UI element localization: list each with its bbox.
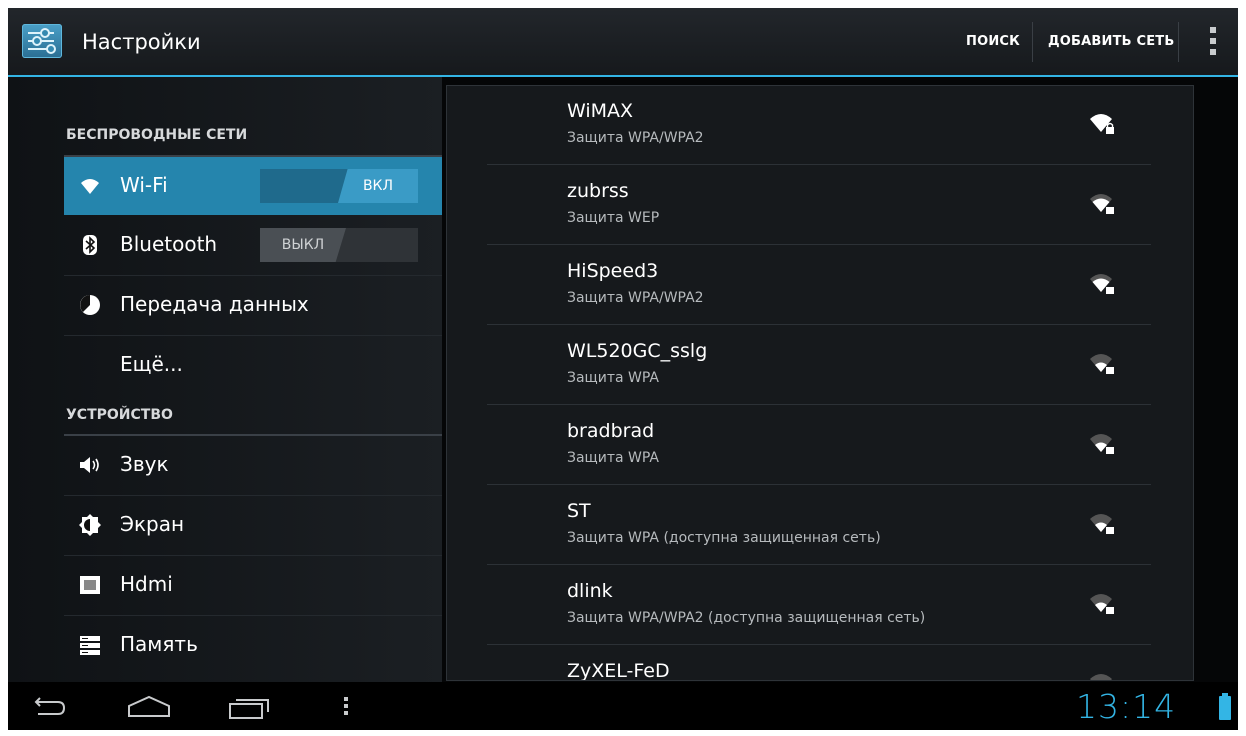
page-title: Настройки <box>82 30 201 54</box>
sidebar-item-label: Hdmi <box>120 572 173 596</box>
section-header-wireless: БЕСПРОВОДНЫЕ СЕТИ <box>66 127 248 143</box>
overflow-menu-icon[interactable] <box>1210 27 1218 57</box>
network-ssid: ZyXEL-FeD <box>567 660 670 681</box>
list-item[interactable]: WL520GC_sslg Защита WPA <box>487 326 1151 405</box>
sidebar-item-label: Экран <box>120 512 185 536</box>
wifi-icon <box>81 179 99 194</box>
network-ssid: WiMAX <box>567 100 634 122</box>
search-button[interactable]: ПОИСК <box>966 34 1020 49</box>
sidebar-item-data-usage[interactable]: Передача данных <box>64 276 442 334</box>
home-icon[interactable] <box>126 694 172 718</box>
divider <box>487 484 1151 485</box>
list-item[interactable]: ZyXEL-FeD <box>487 646 1151 681</box>
back-icon[interactable] <box>32 694 68 718</box>
bluetooth-toggle[interactable]: ВЫКЛ <box>260 228 418 262</box>
wifi-lock-signal-icon <box>1090 114 1114 134</box>
wifi-lock-signal-icon <box>1090 274 1114 294</box>
recent-apps-icon[interactable] <box>228 694 272 720</box>
divider <box>487 244 1151 245</box>
divider <box>487 324 1151 325</box>
network-security: Защита WPA/WPA2 <box>567 130 704 146</box>
sidebar-item-more[interactable]: Ещё... <box>64 336 442 394</box>
divider <box>487 164 1151 165</box>
storage-icon <box>80 636 100 655</box>
wifi-network-pane: WiMAX Защита WPA/WPA2 zubrss Защита WEP … <box>442 77 1238 682</box>
sidebar-item-bluetooth[interactable]: Bluetooth ВЫКЛ <box>64 216 442 274</box>
status-clock[interactable]: 13:14 <box>1076 687 1176 726</box>
sidebar-item-label: Передача данных <box>120 292 309 316</box>
network-ssid: dlink <box>567 580 613 602</box>
list-item[interactable]: zubrss Защита WEP <box>487 166 1151 245</box>
section-header-device: УСТРОЙСТВО <box>66 407 173 423</box>
network-security: Защита WPA <box>567 370 659 386</box>
wifi-network-list: WiMAX Защита WPA/WPA2 zubrss Защита WEP … <box>446 85 1194 681</box>
bluetooth-icon <box>83 235 97 255</box>
network-ssid: zubrss <box>567 180 629 202</box>
network-security: Защита WPA/WPA2 <box>567 290 704 306</box>
network-ssid: ST <box>567 500 591 522</box>
divider <box>487 404 1151 405</box>
sidebar-item-label: Звук <box>120 452 169 476</box>
menu-dots-icon[interactable] <box>342 694 350 718</box>
settings-sliders-icon[interactable] <box>22 24 62 58</box>
network-ssid: bradbrad <box>567 420 655 442</box>
add-network-button[interactable]: ДОБАВИТЬ СЕТЬ <box>1048 34 1175 49</box>
wifi-toggle[interactable]: ВКЛ <box>260 169 418 203</box>
sidebar-item-label: Память <box>120 632 198 656</box>
wifi-lock-signal-icon <box>1090 514 1114 534</box>
list-item[interactable]: dlink Защита WPA/WPA2 (доступна защищенн… <box>487 566 1151 645</box>
list-item[interactable]: HiSpeed3 Защита WPA/WPA2 <box>487 246 1151 325</box>
sidebar-item-label: Bluetooth <box>120 232 218 256</box>
network-security: Защита WPA/WPA2 (доступна защищенная сет… <box>567 610 926 626</box>
hdmi-icon <box>80 576 100 594</box>
data-usage-icon <box>80 295 100 315</box>
network-security: Защита WPA <box>567 450 659 466</box>
screen: Настройки ПОИСК ДОБАВИТЬ СЕТЬ БЕСПРОВОДН… <box>8 8 1238 730</box>
list-item[interactable]: bradbrad Защита WPA <box>487 406 1151 485</box>
toggle-label: ВЫКЛ <box>260 228 346 262</box>
wifi-lock-signal-icon <box>1090 194 1114 214</box>
divider <box>1178 22 1179 62</box>
settings-sidebar: БЕСПРОВОДНЫЕ СЕТИ Wi-Fi ВКЛ Bluetooth ВЫ… <box>8 77 442 682</box>
action-bar: Настройки ПОИСК ДОБАВИТЬ СЕТЬ <box>8 8 1238 77</box>
network-security: Защита WEP <box>567 210 660 226</box>
sidebar-item-display[interactable]: Экран <box>64 496 442 554</box>
wifi-lock-signal-icon <box>1090 354 1114 374</box>
divider <box>487 564 1151 565</box>
wifi-lock-signal-icon <box>1090 434 1114 454</box>
battery-icon[interactable] <box>1219 693 1231 720</box>
divider <box>487 644 1151 645</box>
wifi-lock-signal-icon <box>1090 674 1112 680</box>
list-item[interactable]: WiMAX Защита WPA/WPA2 <box>487 86 1151 165</box>
sidebar-item-label: Ещё... <box>120 352 183 376</box>
system-bar: 13:14 <box>8 682 1238 730</box>
sidebar-item-sound[interactable]: Звук <box>64 436 442 494</box>
sound-icon <box>80 457 99 473</box>
toggle-label: ВКЛ <box>338 169 418 203</box>
list-item[interactable]: ST Защита WPA (доступна защищенная сеть) <box>487 486 1151 565</box>
sidebar-item-storage[interactable]: Память <box>64 616 442 674</box>
network-ssid: WL520GC_sslg <box>567 340 708 362</box>
network-ssid: HiSpeed3 <box>567 260 659 282</box>
sidebar-item-hdmi[interactable]: Hdmi <box>64 556 442 614</box>
sidebar-item-wifi[interactable]: Wi-Fi ВКЛ <box>64 157 442 215</box>
network-security: Защита WPA (доступна защищенная сеть) <box>567 530 881 546</box>
display-brightness-icon <box>79 514 101 536</box>
wifi-lock-signal-icon <box>1090 594 1114 614</box>
sidebar-item-label: Wi-Fi <box>120 173 168 197</box>
divider <box>1032 22 1033 62</box>
